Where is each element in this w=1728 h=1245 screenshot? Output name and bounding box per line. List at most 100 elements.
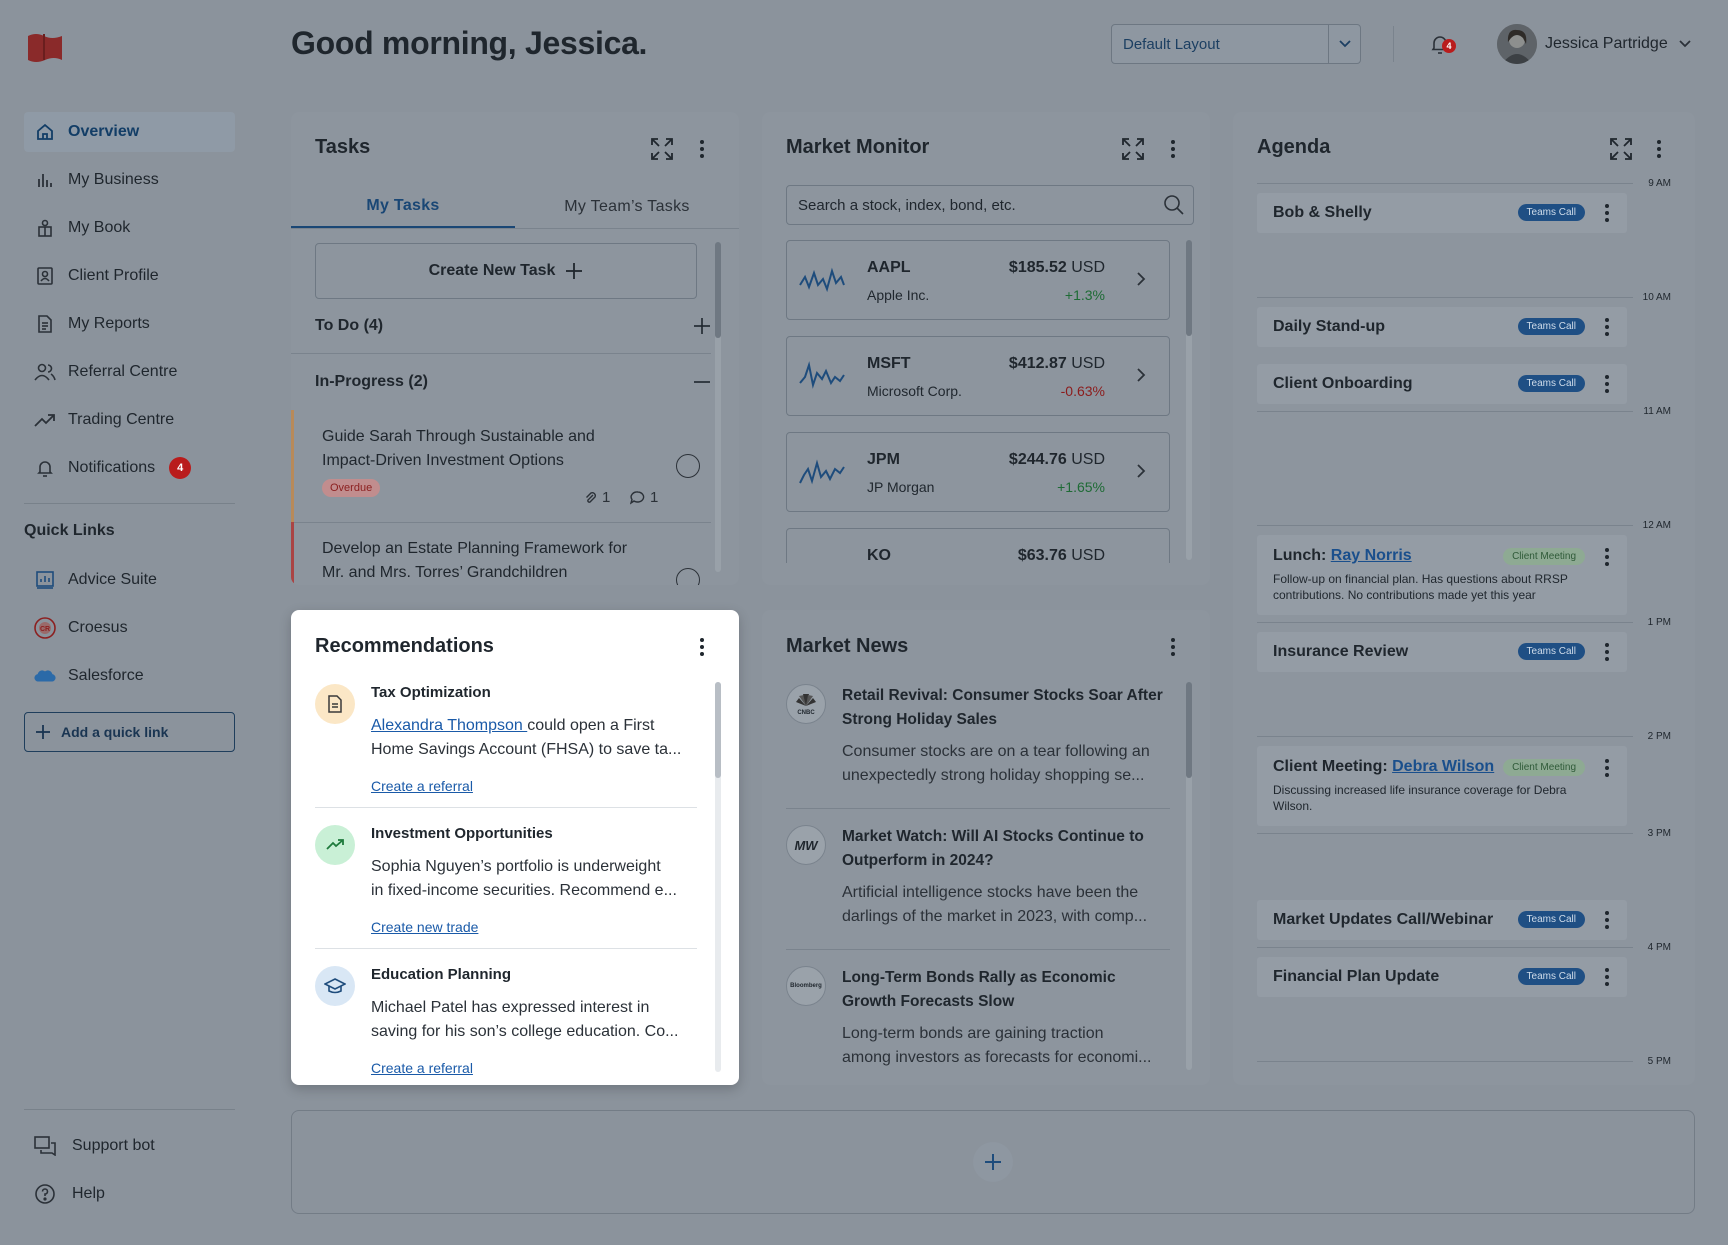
- expand-icon[interactable]: [1610, 138, 1632, 160]
- stock-card-jpm[interactable]: JPM JP Morgan $244.76 USD +1.65%: [786, 432, 1170, 512]
- client-link[interactable]: Alexandra Thompson: [371, 717, 527, 734]
- sidebar-item-client-profile[interactable]: Client Profile: [24, 256, 235, 296]
- svg-text:CR: CR: [40, 626, 50, 633]
- sidebar-item-my-book[interactable]: My Book: [24, 208, 235, 248]
- scrollbar[interactable]: [1186, 240, 1192, 336]
- user-menu-chevron-icon[interactable]: [1677, 36, 1693, 52]
- layout-select[interactable]: Default Layout: [1111, 24, 1361, 64]
- header-notification-badge: 4: [1442, 39, 1456, 53]
- avatar[interactable]: [1497, 24, 1537, 64]
- sidebar-item-referral-centre[interactable]: Referral Centre: [24, 352, 235, 392]
- scrollbar[interactable]: [1186, 682, 1192, 778]
- chevron-right-icon[interactable]: [1133, 463, 1149, 479]
- more-options-icon[interactable]: [692, 637, 712, 657]
- quick-link-croesus[interactable]: CR Croesus: [24, 608, 235, 648]
- add-quick-link-button[interactable]: Add a quick link: [24, 712, 235, 752]
- chevron-down-icon[interactable]: [1328, 25, 1360, 63]
- event-title: Client Onboarding: [1273, 375, 1413, 392]
- search-icon[interactable]: [1163, 194, 1185, 216]
- add-widget-button[interactable]: [973, 1142, 1013, 1182]
- sidebar-item-overview[interactable]: Overview: [24, 112, 235, 152]
- inprogress-section-header[interactable]: In-Progress (2): [315, 372, 711, 392]
- agenda-event[interactable]: Financial Plan Update Teams Call: [1257, 957, 1627, 997]
- more-options-icon[interactable]: [692, 139, 712, 159]
- event-options-icon[interactable]: [1599, 910, 1615, 930]
- news-item[interactable]: Bloomberg Long-Term Bonds Rally as Econo…: [786, 966, 1170, 1085]
- body-line-1: Long-term bonds are gaining traction: [842, 1025, 1104, 1042]
- create-trade-link[interactable]: Create new trade: [371, 919, 478, 935]
- more-options-icon[interactable]: [1649, 139, 1669, 159]
- event-options-icon[interactable]: [1599, 547, 1615, 567]
- client-link[interactable]: Ray Norris: [1331, 547, 1412, 564]
- quick-links-title: Quick Links: [24, 522, 115, 539]
- todo-section-header[interactable]: To Do (4): [315, 316, 711, 336]
- agenda-event[interactable]: Client Onboarding Teams Call: [1257, 364, 1627, 404]
- stock-card-msft[interactable]: MSFT Microsoft Corp. $412.87 USD -0.63%: [786, 336, 1170, 416]
- task-title: Guide Sarah Through Sustainable and Impa…: [322, 428, 595, 469]
- quick-link-advice-suite[interactable]: Advice Suite: [24, 560, 235, 600]
- help-link[interactable]: Help: [24, 1174, 235, 1214]
- plus-icon: [565, 262, 583, 280]
- event-options-icon[interactable]: [1599, 374, 1615, 394]
- tab-my-tasks[interactable]: My Tasks: [291, 186, 515, 228]
- support-bot-label: Support bot: [72, 1137, 155, 1154]
- news-title: Market Watch: Will AI Stocks Continue to…: [842, 828, 1144, 869]
- stock-search-input[interactable]: Search a stock, index, bond, etc.: [786, 185, 1194, 225]
- client-link[interactable]: Debra Wilson: [1392, 758, 1494, 775]
- chevron-right-icon[interactable]: [1133, 271, 1149, 287]
- event-options-icon[interactable]: [1599, 317, 1615, 337]
- stock-card-aapl[interactable]: AAPL Apple Inc. $185.52 USD +1.3%: [786, 240, 1170, 320]
- user-name[interactable]: Jessica Partridge: [1545, 35, 1668, 53]
- more-options-icon[interactable]: [1163, 139, 1183, 159]
- chevron-right-icon[interactable]: [1133, 367, 1149, 383]
- news-divider: [786, 949, 1170, 950]
- hour-line: [1257, 622, 1633, 623]
- agenda-event[interactable]: Bob & Shelly Teams Call: [1257, 193, 1627, 233]
- page-title: Good morning, Jessica.: [291, 25, 648, 61]
- expand-icon[interactable]: [651, 138, 673, 160]
- trend-up-icon: [315, 825, 355, 865]
- task-item[interactable]: Develop an Estate Planning Framework for…: [291, 522, 711, 585]
- agenda-event-client-meeting[interactable]: Client Meeting: Debra Wilson Client Meet…: [1257, 746, 1627, 826]
- tab-team-tasks[interactable]: My Team’s Tasks: [515, 186, 739, 228]
- stock-name: JP Morgan: [867, 479, 935, 495]
- scrollbar[interactable]: [715, 682, 721, 778]
- create-new-task-button[interactable]: Create New Task: [315, 243, 697, 299]
- quick-link-salesforce[interactable]: Salesforce: [24, 656, 235, 696]
- agenda-event[interactable]: Daily Stand-up Teams Call: [1257, 307, 1627, 347]
- news-item[interactable]: MW Market Watch: Will AI Stocks Continue…: [786, 825, 1170, 945]
- brand-flag-logo[interactable]: [26, 30, 64, 64]
- expand-plus-icon[interactable]: [693, 317, 711, 335]
- profile-card-icon: [34, 265, 56, 287]
- sidebar-item-trading-centre[interactable]: Trading Centre: [24, 400, 235, 440]
- market-monitor-title: Market Monitor: [786, 136, 930, 158]
- event-options-icon[interactable]: [1599, 967, 1615, 987]
- event-options-icon[interactable]: [1599, 758, 1615, 778]
- sidebar-item-label: Trading Centre: [68, 411, 175, 428]
- sidebar-item-my-business[interactable]: My Business: [24, 160, 235, 200]
- teams-call-badge: Teams Call: [1517, 375, 1585, 392]
- more-options-icon[interactable]: [1163, 637, 1183, 657]
- task-item[interactable]: Guide Sarah Through Sustainable and Impa…: [291, 410, 711, 522]
- news-item[interactable]: CNBC Retail Revival: Consumer Stocks Soa…: [786, 684, 1170, 804]
- news-body: Long-term bonds are gaining traction amon…: [842, 1022, 1172, 1070]
- task-title: Develop an Estate Planning Framework for…: [322, 540, 628, 581]
- event-options-icon[interactable]: [1599, 203, 1615, 223]
- complete-task-checkbox[interactable]: [676, 454, 700, 478]
- sidebar-item-my-reports[interactable]: My Reports: [24, 304, 235, 344]
- create-referral-link[interactable]: Create a referral: [371, 1060, 473, 1076]
- complete-task-checkbox[interactable]: [676, 568, 700, 585]
- expand-icon[interactable]: [1122, 138, 1144, 160]
- sidebar-item-notifications[interactable]: Notifications 4: [24, 448, 235, 488]
- agenda-event[interactable]: Insurance Review Teams Call: [1257, 632, 1627, 672]
- agenda-event[interactable]: Market Updates Call/Webinar Teams Call: [1257, 900, 1627, 940]
- time-label: 1 PM: [1647, 617, 1671, 628]
- support-bot-link[interactable]: Support bot: [24, 1126, 235, 1166]
- paperclip-icon: [584, 491, 598, 505]
- plus-icon: [35, 724, 51, 740]
- create-referral-link[interactable]: Create a referral: [371, 778, 473, 794]
- agenda-event-lunch[interactable]: Lunch: Ray Norris Client Meeting Follow-…: [1257, 535, 1627, 615]
- collapse-minus-icon[interactable]: [693, 373, 711, 391]
- event-options-icon[interactable]: [1599, 642, 1615, 662]
- scrollbar[interactable]: [715, 242, 721, 338]
